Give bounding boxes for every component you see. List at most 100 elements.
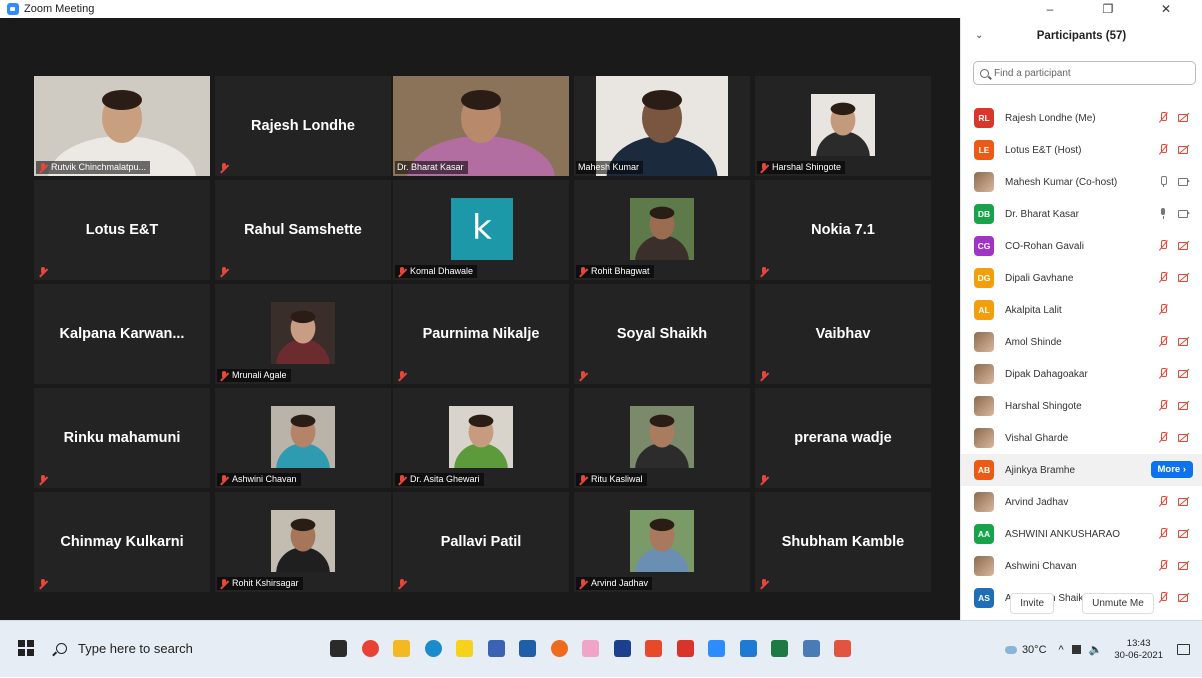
windows-start-icon[interactable] bbox=[18, 640, 34, 656]
video-tile[interactable]: Nokia 7.1 bbox=[755, 180, 931, 280]
video-off-icon bbox=[1178, 399, 1189, 411]
video-tile[interactable]: Shubham Kamble bbox=[755, 492, 931, 592]
office-icon[interactable] bbox=[645, 640, 662, 657]
video-tile[interactable]: Rutvik Chinchmalatpu... bbox=[34, 76, 210, 176]
participant-row[interactable]: Arvind Jadhav bbox=[961, 486, 1202, 518]
app-icon-2[interactable] bbox=[676, 640, 694, 657]
tile-display-name: Kalpana Karwan... bbox=[59, 326, 185, 342]
video-tile[interactable]: Mrunali Agale bbox=[215, 284, 391, 384]
video-tile[interactable]: Chinmay Kulkarni bbox=[34, 492, 210, 592]
tile-name-bar: Ashwini Chavan bbox=[217, 473, 301, 486]
participant-row[interactable]: AB Ajinkya Bramhe More › bbox=[961, 454, 1202, 486]
video-tile[interactable]: Kalpana Karwan... bbox=[34, 284, 210, 384]
tray-chevron-icon[interactable]: ^ bbox=[1059, 644, 1064, 656]
tile-display-name: Pallavi Patil bbox=[440, 534, 522, 550]
invite-button[interactable]: Invite bbox=[1010, 592, 1055, 614]
taskbar-search-box[interactable]: Type here to search bbox=[48, 633, 288, 663]
video-tile[interactable]: Rinku mahamuni bbox=[34, 388, 210, 488]
zoom-logo-icon bbox=[7, 3, 19, 15]
weather-temp[interactable]: 30°C bbox=[1022, 644, 1047, 656]
video-tile[interactable]: k Komal Dhawale bbox=[393, 180, 569, 280]
mail-icon[interactable] bbox=[519, 640, 536, 657]
video-tile[interactable]: Rohit Kshirsagar bbox=[215, 492, 391, 592]
notifications-icon[interactable] bbox=[1177, 644, 1190, 655]
video-tile[interactable]: Lotus E&T bbox=[34, 180, 210, 280]
notepad-icon[interactable] bbox=[802, 640, 820, 657]
participant-row[interactable]: Vishal Gharde bbox=[961, 422, 1202, 454]
tile-name-bar: Rohit Kshirsagar bbox=[217, 577, 303, 590]
photos-icon[interactable] bbox=[834, 640, 851, 657]
video-tile[interactable]: prerana wadje bbox=[755, 388, 931, 488]
volume-icon[interactable]: 🔈 bbox=[1089, 643, 1103, 656]
close-button[interactable]: ✕ bbox=[1152, 0, 1180, 18]
tile-display-name: Lotus E&T bbox=[85, 222, 159, 238]
video-tile[interactable]: Pallavi Patil bbox=[393, 492, 569, 592]
participant-row[interactable]: RL Rajesh Londhe (Me) bbox=[961, 102, 1202, 134]
video-tile[interactable]: Arvind Jadhav bbox=[574, 492, 750, 592]
participant-avatar: DB bbox=[974, 204, 994, 224]
video-tile[interactable]: Paurnima Nikalje bbox=[393, 284, 569, 384]
minimize-button[interactable]: – bbox=[1036, 0, 1064, 18]
participant-row[interactable]: CG CO-Rohan Gavali bbox=[961, 230, 1202, 262]
video-tile[interactable]: Dr. Bharat Kasar bbox=[393, 76, 569, 176]
unmute-me-button[interactable]: Unmute Me bbox=[1082, 592, 1154, 614]
tile-name-bar bbox=[757, 473, 776, 486]
file-explorer-icon[interactable] bbox=[393, 640, 410, 657]
powerpoint-icon[interactable] bbox=[613, 640, 631, 657]
participant-row[interactable]: Dipak Dahagoakar bbox=[961, 358, 1202, 390]
video-tile[interactable]: Rohit Bhagwat bbox=[574, 180, 750, 280]
video-tile[interactable]: Mahesh Kumar bbox=[574, 76, 750, 176]
video-tile[interactable]: Ashwini Chavan bbox=[215, 388, 391, 488]
app-icon[interactable] bbox=[487, 640, 505, 657]
avatar-letter: k bbox=[451, 198, 513, 260]
participant-row[interactable]: AA ASHWINI ANKUSHARAO bbox=[961, 518, 1202, 550]
tile-name-bar bbox=[36, 577, 55, 590]
video-tile[interactable]: Harshal Shingote bbox=[755, 76, 931, 176]
participant-avatar: LE bbox=[974, 140, 994, 160]
participant-row[interactable]: DG Dipali Gavhane bbox=[961, 262, 1202, 294]
paint-icon[interactable] bbox=[582, 640, 599, 657]
maximize-button[interactable]: ❐ bbox=[1094, 0, 1122, 18]
more-button[interactable]: More › bbox=[1150, 461, 1193, 478]
participant-name: CO-Rohan Gavali bbox=[1005, 240, 1084, 252]
participant-avatar bbox=[974, 364, 994, 384]
participant-row[interactable]: AL Akalpita Lalit bbox=[961, 294, 1202, 326]
participant-avatar bbox=[974, 172, 994, 192]
excel-icon[interactable] bbox=[771, 640, 788, 657]
participant-avatar: AB bbox=[974, 460, 994, 480]
clock[interactable]: 13:43 30-06-2021 bbox=[1114, 638, 1163, 662]
video-tile[interactable]: Rajesh Londhe bbox=[215, 76, 391, 176]
participant-search-input[interactable]: Find a participant bbox=[973, 61, 1196, 85]
video-tile[interactable]: Dr. Asita Ghewari bbox=[393, 388, 569, 488]
chrome-icon[interactable] bbox=[361, 640, 379, 657]
video-tile[interactable]: Vaibhav bbox=[755, 284, 931, 384]
participant-row[interactable]: Harshal Shingote bbox=[961, 390, 1202, 422]
tile-display-name: Paurnima Nikalje bbox=[422, 326, 540, 342]
tile-name-bar bbox=[36, 473, 55, 486]
video-tile[interactable]: Soyal Shaikh bbox=[574, 284, 750, 384]
weather-icon[interactable] bbox=[1004, 645, 1017, 654]
video-tile[interactable]: Rahul Samshette bbox=[215, 180, 391, 280]
participant-search-placeholder: Find a participant bbox=[994, 67, 1071, 79]
mic-muted-icon bbox=[219, 474, 229, 485]
taskbar-search-placeholder: Type here to search bbox=[78, 640, 193, 656]
edge-icon[interactable] bbox=[424, 640, 442, 657]
task-view-icon[interactable] bbox=[330, 640, 347, 657]
participant-row[interactable]: Ashwini Chavan bbox=[961, 550, 1202, 582]
collapse-chevron-icon[interactable]: ⌄ bbox=[975, 30, 983, 41]
sticky-notes-icon[interactable] bbox=[456, 640, 473, 657]
participant-row[interactable]: DB Dr. Bharat Kasar bbox=[961, 198, 1202, 230]
vscode-icon[interactable] bbox=[739, 640, 757, 657]
participant-row[interactable]: Mahesh Kumar (Co-host) bbox=[961, 166, 1202, 198]
participant-row[interactable]: Amol Shinde bbox=[961, 326, 1202, 358]
tile-participant-name: Dr. Asita Ghewari bbox=[410, 474, 480, 484]
video-tile[interactable]: Ritu Kasliwal bbox=[574, 388, 750, 488]
microphone-icon bbox=[1158, 175, 1169, 187]
zoom-icon[interactable] bbox=[708, 640, 725, 657]
participant-photo bbox=[271, 302, 335, 364]
participant-row[interactable]: LE Lotus E&T (Host) bbox=[961, 134, 1202, 166]
mic-muted-icon bbox=[1158, 239, 1169, 251]
video-off-icon bbox=[1178, 143, 1189, 155]
firefox-icon[interactable] bbox=[550, 640, 568, 657]
network-icon[interactable] bbox=[1071, 645, 1081, 654]
